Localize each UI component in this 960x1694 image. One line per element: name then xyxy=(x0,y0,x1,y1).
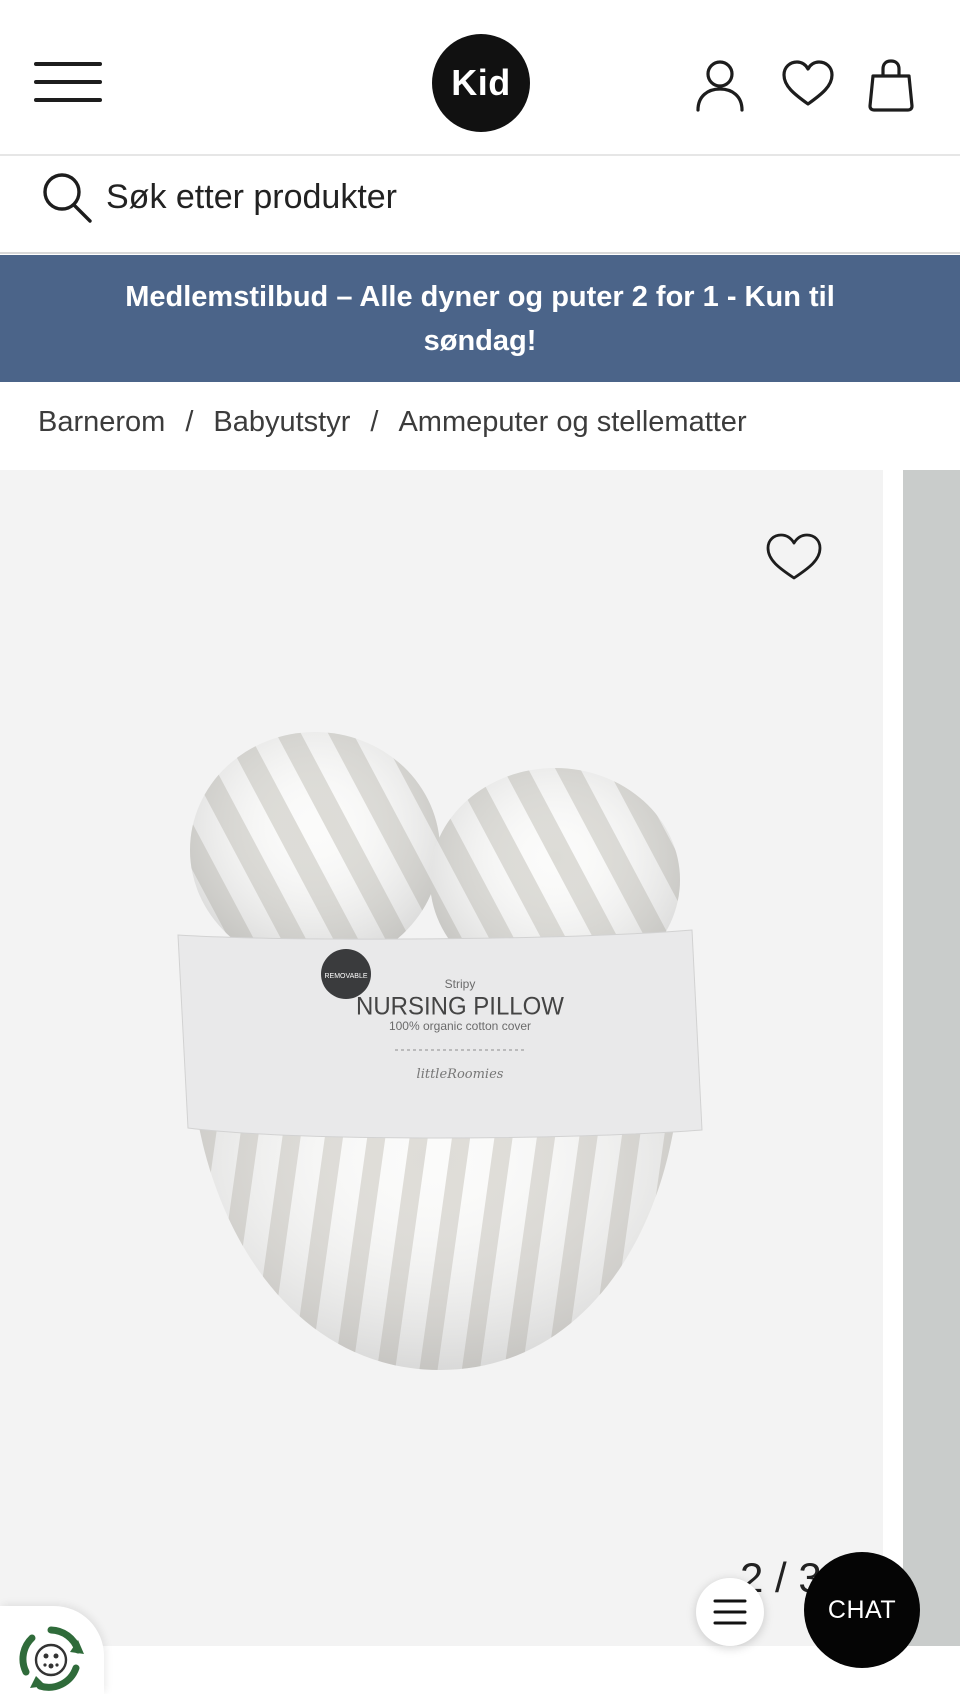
site-logo[interactable]: Kid xyxy=(432,34,530,132)
account-icon[interactable] xyxy=(692,56,748,112)
gallery-slide-next[interactable] xyxy=(903,470,960,1646)
search-input[interactable] xyxy=(106,170,906,224)
product-gallery[interactable]: REMOVABLE Stripy NURSING PILLOW 100% org… xyxy=(0,470,960,1646)
recycle-icon xyxy=(19,1626,84,1691)
chat-button[interactable]: CHAT xyxy=(804,1552,920,1668)
list-menu-icon[interactable] xyxy=(696,1578,764,1646)
label-line1: Stripy xyxy=(445,977,476,991)
breadcrumb-item-babyutstyr[interactable]: Babyutstyr xyxy=(213,406,350,439)
menu-icon[interactable] xyxy=(34,60,104,106)
search-icon[interactable] xyxy=(40,170,94,224)
breadcrumb-item-ammeputer[interactable]: Ammeputer og stellematter xyxy=(398,406,746,439)
breadcrumb-item-barnerom[interactable]: Barnerom xyxy=(38,406,165,439)
favorite-heart-icon[interactable] xyxy=(764,530,824,584)
wishlist-heart-icon[interactable] xyxy=(780,56,836,112)
svg-text:REMOVABLE: REMOVABLE xyxy=(324,973,367,980)
promo-banner[interactable]: Medlemstilbud – Alle dyner og puter 2 fo… xyxy=(0,255,960,382)
product-image: REMOVABLE Stripy NURSING PILLOW 100% org… xyxy=(177,732,703,1370)
eco-badge[interactable] xyxy=(0,1606,104,1694)
promo-text: Medlemstilbud – Alle dyner og puter 2 fo… xyxy=(125,280,835,357)
label-line3: 100% organic cotton cover xyxy=(389,1019,531,1033)
page-bottom xyxy=(0,1646,960,1694)
gallery-slide-current[interactable]: REMOVABLE Stripy NURSING PILLOW 100% org… xyxy=(0,470,883,1646)
breadcrumb: Barnerom / Babyutstyr / Ammeputer og ste… xyxy=(38,402,747,442)
breadcrumb-separator: / xyxy=(185,405,194,438)
label-brand: littleRoomies xyxy=(417,1067,504,1082)
logo-text: Kid xyxy=(451,62,511,103)
shopping-bag-icon[interactable] xyxy=(866,56,916,112)
site-header: Kid xyxy=(0,0,960,156)
label-line2: NURSING PILLOW xyxy=(356,993,565,1021)
chat-label: CHAT xyxy=(827,1595,897,1624)
breadcrumb-separator: / xyxy=(370,405,379,438)
